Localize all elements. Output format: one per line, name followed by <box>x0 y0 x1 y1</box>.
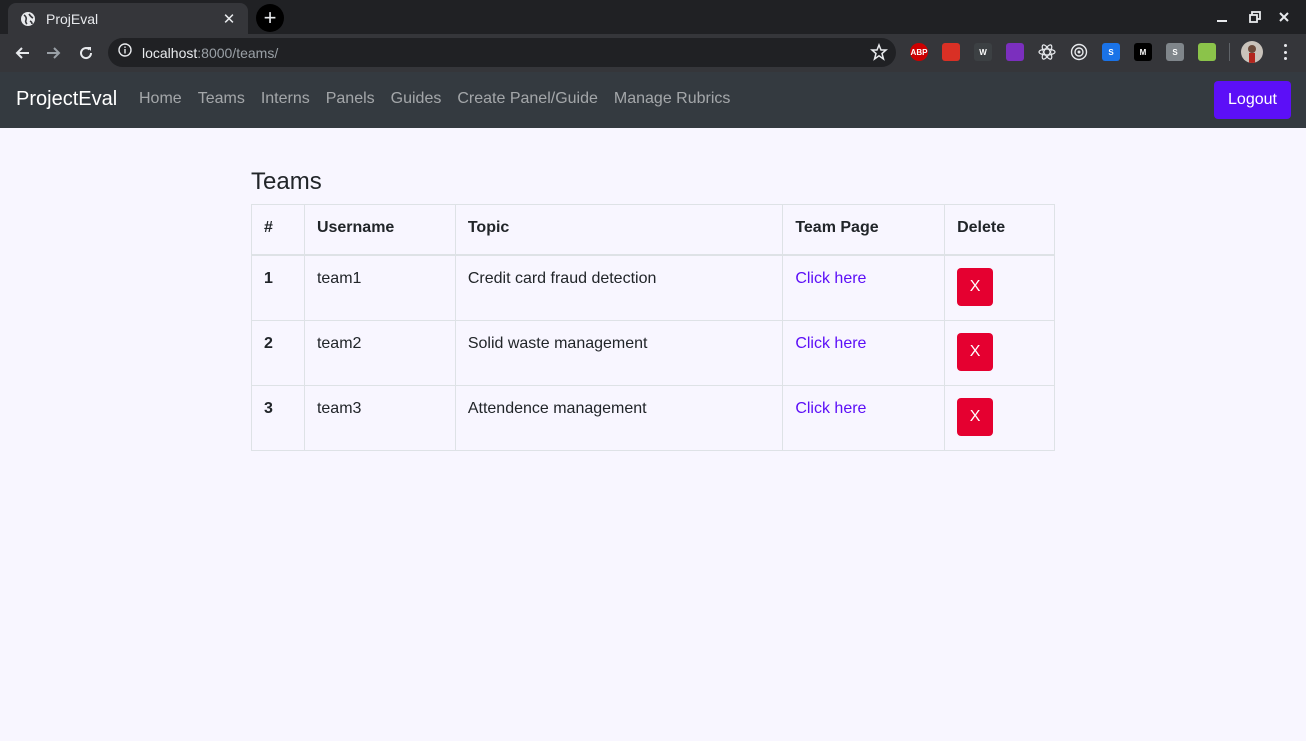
row-username: team2 <box>303 319 456 386</box>
url-path: :8000/teams/ <box>197 44 279 61</box>
nav-link-teams[interactable]: Teams <box>190 90 253 108</box>
browser-tab-strip: ProjEval ✕ + <box>0 0 1306 34</box>
nav-links: Home Teams Interns Panels Guides Create … <box>131 90 738 108</box>
table-row: 1 team1 Credit card fraud detection Clic… <box>251 254 1055 321</box>
profile-avatar[interactable] <box>1241 41 1263 63</box>
address-bar[interactable]: localhost:8000/teams/ <box>108 38 896 67</box>
s-extension-icon[interactable]: S <box>1102 43 1120 61</box>
header-username: Username <box>303 204 456 256</box>
header-team-page: Team Page <box>782 204 946 256</box>
react-extension-icon[interactable] <box>1038 43 1056 61</box>
nav-link-home[interactable]: Home <box>131 90 190 108</box>
app-navbar: ProjectEval Home Teams Interns Panels Gu… <box>0 72 1306 128</box>
nav-link-create-panel-guide[interactable]: Create Panel/Guide <box>449 90 606 108</box>
teams-table: # Username Topic Team Page Delete 1 team… <box>251 204 1055 451</box>
red-extension-icon[interactable] <box>942 43 960 61</box>
table-row: 2 team2 Solid waste management Click her… <box>251 319 1055 386</box>
purple-extension-icon[interactable] <box>1006 43 1024 61</box>
delete-team-button[interactable]: X <box>957 397 994 436</box>
row-username: team3 <box>303 384 456 451</box>
team-page-link[interactable]: Click here <box>795 335 866 352</box>
nav-link-manage-rubrics[interactable]: Manage Rubrics <box>606 90 739 108</box>
tab-title: ProjEval <box>46 10 99 27</box>
team-page-link[interactable]: Click here <box>795 270 866 287</box>
header-number: # <box>251 204 305 256</box>
brand-logo[interactable]: ProjectEval <box>16 88 117 111</box>
m-extension-icon[interactable]: M <box>1134 43 1152 61</box>
header-delete: Delete <box>944 204 1055 256</box>
nav-link-interns[interactable]: Interns <box>253 90 318 108</box>
gray-s-extension-icon[interactable]: S <box>1166 43 1184 61</box>
new-tab-button[interactable]: + <box>256 4 284 32</box>
toolbar-separator <box>1229 43 1230 61</box>
reload-icon[interactable] <box>72 39 100 67</box>
row-number: 3 <box>251 384 305 451</box>
globe-icon <box>20 11 36 27</box>
row-number: 2 <box>251 319 305 386</box>
minimize-icon[interactable] <box>1211 6 1233 28</box>
browser-tab[interactable]: ProjEval ✕ <box>8 3 248 34</box>
row-topic: Credit card fraud detection <box>454 254 784 321</box>
team-page-link[interactable]: Click here <box>795 400 866 417</box>
back-icon[interactable] <box>8 39 36 67</box>
green-extension-icon[interactable] <box>1198 43 1216 61</box>
table-header-row: # Username Topic Team Page Delete <box>251 204 1055 256</box>
delete-team-button[interactable]: X <box>957 267 994 306</box>
more-menu-icon[interactable] <box>1276 42 1294 62</box>
row-number: 1 <box>251 254 305 321</box>
table-row: 3 team3 Attendence management Click here… <box>251 384 1055 451</box>
nav-link-guides[interactable]: Guides <box>383 90 450 108</box>
forward-icon[interactable] <box>40 39 68 67</box>
logout-button[interactable]: Logout <box>1214 81 1291 119</box>
restore-icon[interactable] <box>1244 6 1266 28</box>
row-topic: Attendence management <box>454 384 784 451</box>
close-tab-icon[interactable]: ✕ <box>220 10 238 28</box>
w-extension-icon[interactable]: W <box>974 43 992 61</box>
url-host: localhost <box>142 44 198 61</box>
row-topic: Solid waste management <box>454 319 784 386</box>
page-title: Teams <box>251 168 322 195</box>
abp-extension-icon[interactable]: ABP <box>910 43 928 61</box>
close-window-icon[interactable] <box>1273 6 1295 28</box>
nav-link-panels[interactable]: Panels <box>318 90 383 108</box>
delete-team-button[interactable]: X <box>957 332 994 371</box>
bookmark-star-icon[interactable] <box>870 42 888 61</box>
target-extension-icon[interactable] <box>1070 43 1088 61</box>
row-username: team1 <box>303 254 456 321</box>
info-icon[interactable] <box>118 43 132 62</box>
header-topic: Topic <box>454 204 784 256</box>
